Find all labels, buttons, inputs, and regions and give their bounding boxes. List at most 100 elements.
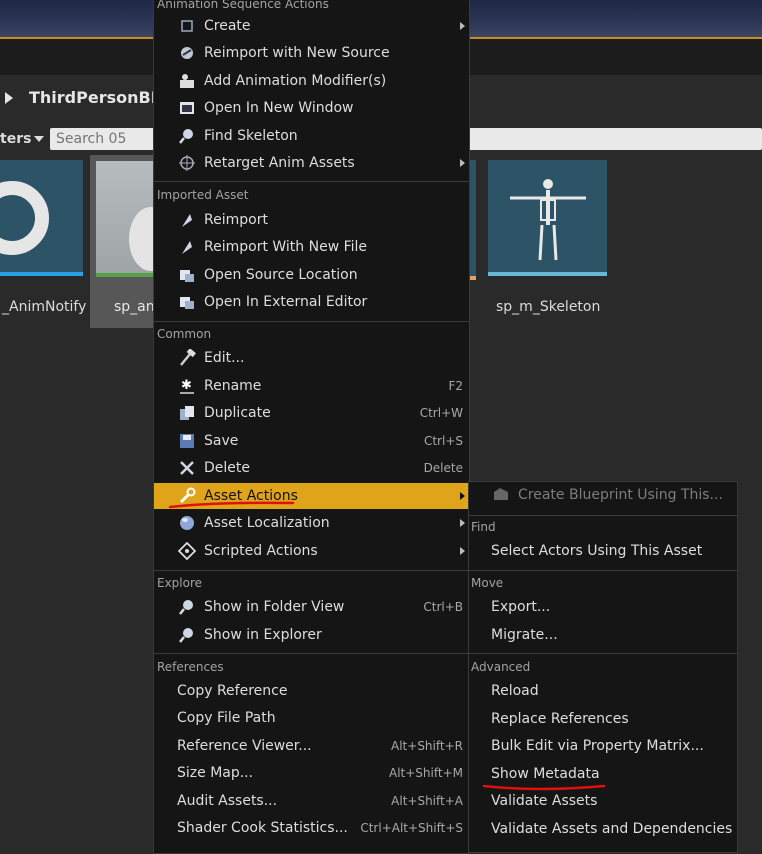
magnifier-icon [179, 600, 193, 615]
menu-item-label: Scripted Actions [204, 543, 318, 559]
menu-item-label: Reimport with New Source [204, 45, 390, 61]
menu-item-label: Shader Cook Statistics... [177, 820, 348, 836]
submenu-item-create-blueprint[interactable]: Create Blueprint Using This... [469, 482, 737, 508]
menu-item-open-in-external-editor[interactable]: Open In External Editor [154, 289, 469, 315]
menu-item-shader-cook-statistics[interactable]: Shader Cook Statistics... Ctrl+Alt+Shift… [154, 815, 469, 841]
annotation-underline-asset-actions [168, 501, 295, 509]
submenu-item-validate-assets-dependencies[interactable]: Validate Assets and Dependencies [469, 816, 737, 842]
menu-item-label: Find Skeleton [204, 128, 298, 144]
menu-item-label: Copy Reference [177, 683, 288, 699]
blueprint-icon [494, 488, 508, 500]
menu-item-edit[interactable]: Edit... [154, 345, 469, 371]
submenu-item-select-actors[interactable]: Select Actors Using This Asset [469, 538, 737, 564]
menu-item-add-animation-modifier[interactable]: Add Animation Modifier(s) [154, 68, 469, 94]
menu-item-create[interactable]: Create [154, 13, 469, 39]
menu-item-find-skeleton[interactable]: Find Skeleton [154, 123, 469, 149]
folder-path[interactable]: ThirdPersonBP [29, 88, 162, 107]
skeleton-thumbnail-icon [510, 179, 586, 261]
menu-item-label: Retarget Anim Assets [204, 155, 355, 171]
path-expand-arrow-icon[interactable] [5, 92, 13, 104]
menu-item-rename[interactable]: ✱ Rename F2 [154, 373, 469, 399]
reimport-file-icon [182, 241, 192, 254]
menu-separator [469, 653, 737, 654]
globe-icon [180, 516, 194, 530]
menu-item-label: Add Animation Modifier(s) [204, 73, 387, 89]
menu-item-reimport[interactable]: Reimport [154, 207, 469, 233]
submenu-item-export[interactable]: Export... [469, 594, 737, 620]
submenu-item-replace-references[interactable]: Replace References [469, 706, 737, 732]
menu-item-delete[interactable]: Delete Delete [154, 455, 469, 481]
menu-item-label: Create [204, 18, 251, 34]
delete-icon [180, 461, 194, 475]
menu-item-scripted-actions[interactable]: Scripted Actions [154, 538, 469, 564]
menu-item-label: Open In New Window [204, 100, 354, 116]
menu-item-reimport-new-source[interactable]: Reimport with New Source [154, 40, 469, 66]
magnifier-icon [179, 628, 193, 643]
menu-item-label: Migrate... [491, 627, 558, 643]
menu-item-copy-file-path[interactable]: Copy File Path [154, 705, 469, 731]
menu-item-label: Reimport [204, 212, 268, 228]
menu-item-retarget-anim-assets[interactable]: Retarget Anim Assets [154, 150, 469, 176]
asset-tile-skeleton[interactable] [488, 160, 608, 280]
sphere-thumbnail-icon [129, 207, 173, 271]
menu-item-label: Show in Explorer [204, 627, 322, 643]
submenu-item-migrate[interactable]: Migrate... [469, 622, 737, 648]
menu-item-copy-reference[interactable]: Copy Reference [154, 678, 469, 704]
shortcut-label: Ctrl+W [419, 406, 463, 420]
menu-separator [154, 181, 469, 182]
create-icon [181, 20, 193, 32]
menu-item-show-in-folder-view[interactable]: Show in Folder View Ctrl+B [154, 594, 469, 620]
menu-item-label: Reload [491, 683, 539, 699]
save-icon [180, 434, 194, 448]
duplicate-icon [180, 406, 194, 420]
asset-tile-animnotify[interactable] [0, 160, 85, 280]
shortcut-label: Alt+Shift+M [389, 766, 463, 780]
menu-item-label: Delete [204, 460, 250, 476]
chevron-down-icon [34, 136, 45, 142]
menu-item-reimport-with-new-file[interactable]: Reimport With New File [154, 234, 469, 260]
ring-icon [0, 181, 49, 255]
asset-label-skeleton: sp_m_Skeleton [496, 299, 601, 315]
menu-item-open-source-location[interactable]: Open Source Location [154, 262, 469, 288]
menu-item-show-in-explorer[interactable]: Show in Explorer [154, 622, 469, 648]
external-editor-icon [180, 297, 194, 309]
filters-button[interactable]: ters [0, 131, 45, 147]
hammer-icon [180, 349, 196, 366]
asset-label-sp-anim: sp_an [114, 299, 155, 315]
menu-item-label: Size Map... [177, 765, 254, 781]
menu-item-label: Copy File Path [177, 710, 276, 726]
svg-text:✱: ✱ [181, 378, 192, 393]
submenu-arrow-icon [460, 547, 465, 555]
menu-item-duplicate[interactable]: Duplicate Ctrl+W [154, 400, 469, 426]
shortcut-label: Alt+Shift+A [391, 794, 463, 808]
section-find: Find [471, 520, 496, 534]
context-menu: Animation Sequence Actions Create Reimpo… [153, 0, 470, 854]
menu-item-label: Save [204, 433, 239, 449]
menu-item-asset-localization[interactable]: Asset Localization [154, 510, 469, 536]
modifier-icon [180, 74, 194, 88]
menu-item-label: Reference Viewer... [177, 738, 312, 754]
menu-item-label: Validate Assets and Dependencies [491, 821, 733, 837]
menu-item-label: Open In External Editor [204, 294, 368, 310]
asset-thumbnail [96, 161, 173, 277]
menu-item-label: Replace References [491, 711, 629, 727]
menu-item-audit-assets[interactable]: Audit Assets... Alt+Shift+A [154, 788, 469, 814]
menu-item-label: Duplicate [204, 405, 271, 421]
asset-tile-selected[interactable]: sp_an [90, 155, 173, 328]
submenu-item-reload[interactable]: Reload [469, 678, 737, 704]
menu-item-open-in-new-window[interactable]: Open In New Window [154, 95, 469, 121]
shortcut-label: Alt+Shift+R [391, 739, 463, 753]
shortcut-label: Ctrl+S [423, 434, 463, 448]
menu-item-reference-viewer[interactable]: Reference Viewer... Alt+Shift+R [154, 733, 469, 759]
menu-item-label: Rename [204, 378, 262, 394]
submenu-arrow-icon [460, 519, 465, 527]
section-animation-sequence-actions: Animation Sequence Actions [157, 0, 329, 11]
magnifier-icon [179, 129, 193, 144]
menu-item-size-map[interactable]: Size Map... Alt+Shift+M [154, 760, 469, 786]
asset-actions-submenu: Create Blueprint Using This... Find Sele… [468, 481, 738, 853]
folder-open-icon [180, 270, 194, 282]
section-move: Move [471, 576, 504, 590]
menu-item-save[interactable]: Save Ctrl+S [154, 428, 469, 454]
submenu-item-bulk-edit[interactable]: Bulk Edit via Property Matrix... [469, 733, 737, 759]
submenu-arrow-icon [460, 22, 465, 30]
